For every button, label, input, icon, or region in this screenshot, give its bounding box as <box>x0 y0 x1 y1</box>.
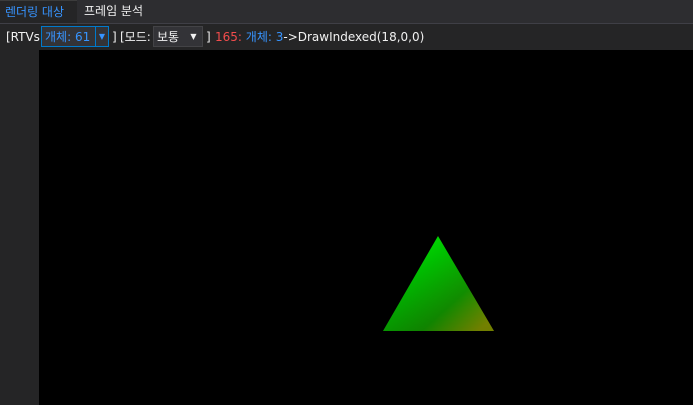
document-tab-bar: 렌더링 대상 프레임 분석 <box>0 0 693 23</box>
event-call: ->DrawIndexed(18,0,0) <box>283 30 425 44</box>
left-gutter <box>0 50 39 405</box>
mode-label: [모드: <box>120 30 151 44</box>
object-selector-value: 개체: 61 <box>45 30 91 44</box>
rendered-triangle-shade <box>383 236 494 331</box>
event-info: 165: 개체: 3->DrawIndexed(18,0,0) <box>215 30 424 44</box>
rtvs-close-bracket: ] <box>112 30 117 44</box>
object-selector-dropdown[interactable]: 개체: 61 ▼ <box>41 26 109 47</box>
mode-selector-dropdown[interactable]: 보통 ▼ <box>153 26 203 47</box>
render-target-viewport[interactable] <box>39 50 693 405</box>
rtvs-label: [RTVs: <box>6 30 44 44</box>
mode-close-bracket: ] <box>206 30 211 44</box>
event-object-link[interactable]: 개체: 3 <box>246 30 284 44</box>
mode-selector-value: 보통 <box>157 30 180 44</box>
dropdown-arrow-icon[interactable]: ▼ <box>187 27 200 46</box>
event-number[interactable]: 165: <box>215 30 242 44</box>
render-target-toolbar: [RTVs: 개체: 61 ▼ ] [모드: 보통 ▼ ] 165: 개체: 3… <box>0 24 693 50</box>
tab-frame-analysis[interactable]: 프레임 분석 <box>79 0 148 23</box>
dropdown-arrow-icon[interactable]: ▼ <box>95 27 108 46</box>
render-canvas <box>383 236 494 331</box>
tab-render-target[interactable]: 렌더링 대상 <box>0 0 77 23</box>
